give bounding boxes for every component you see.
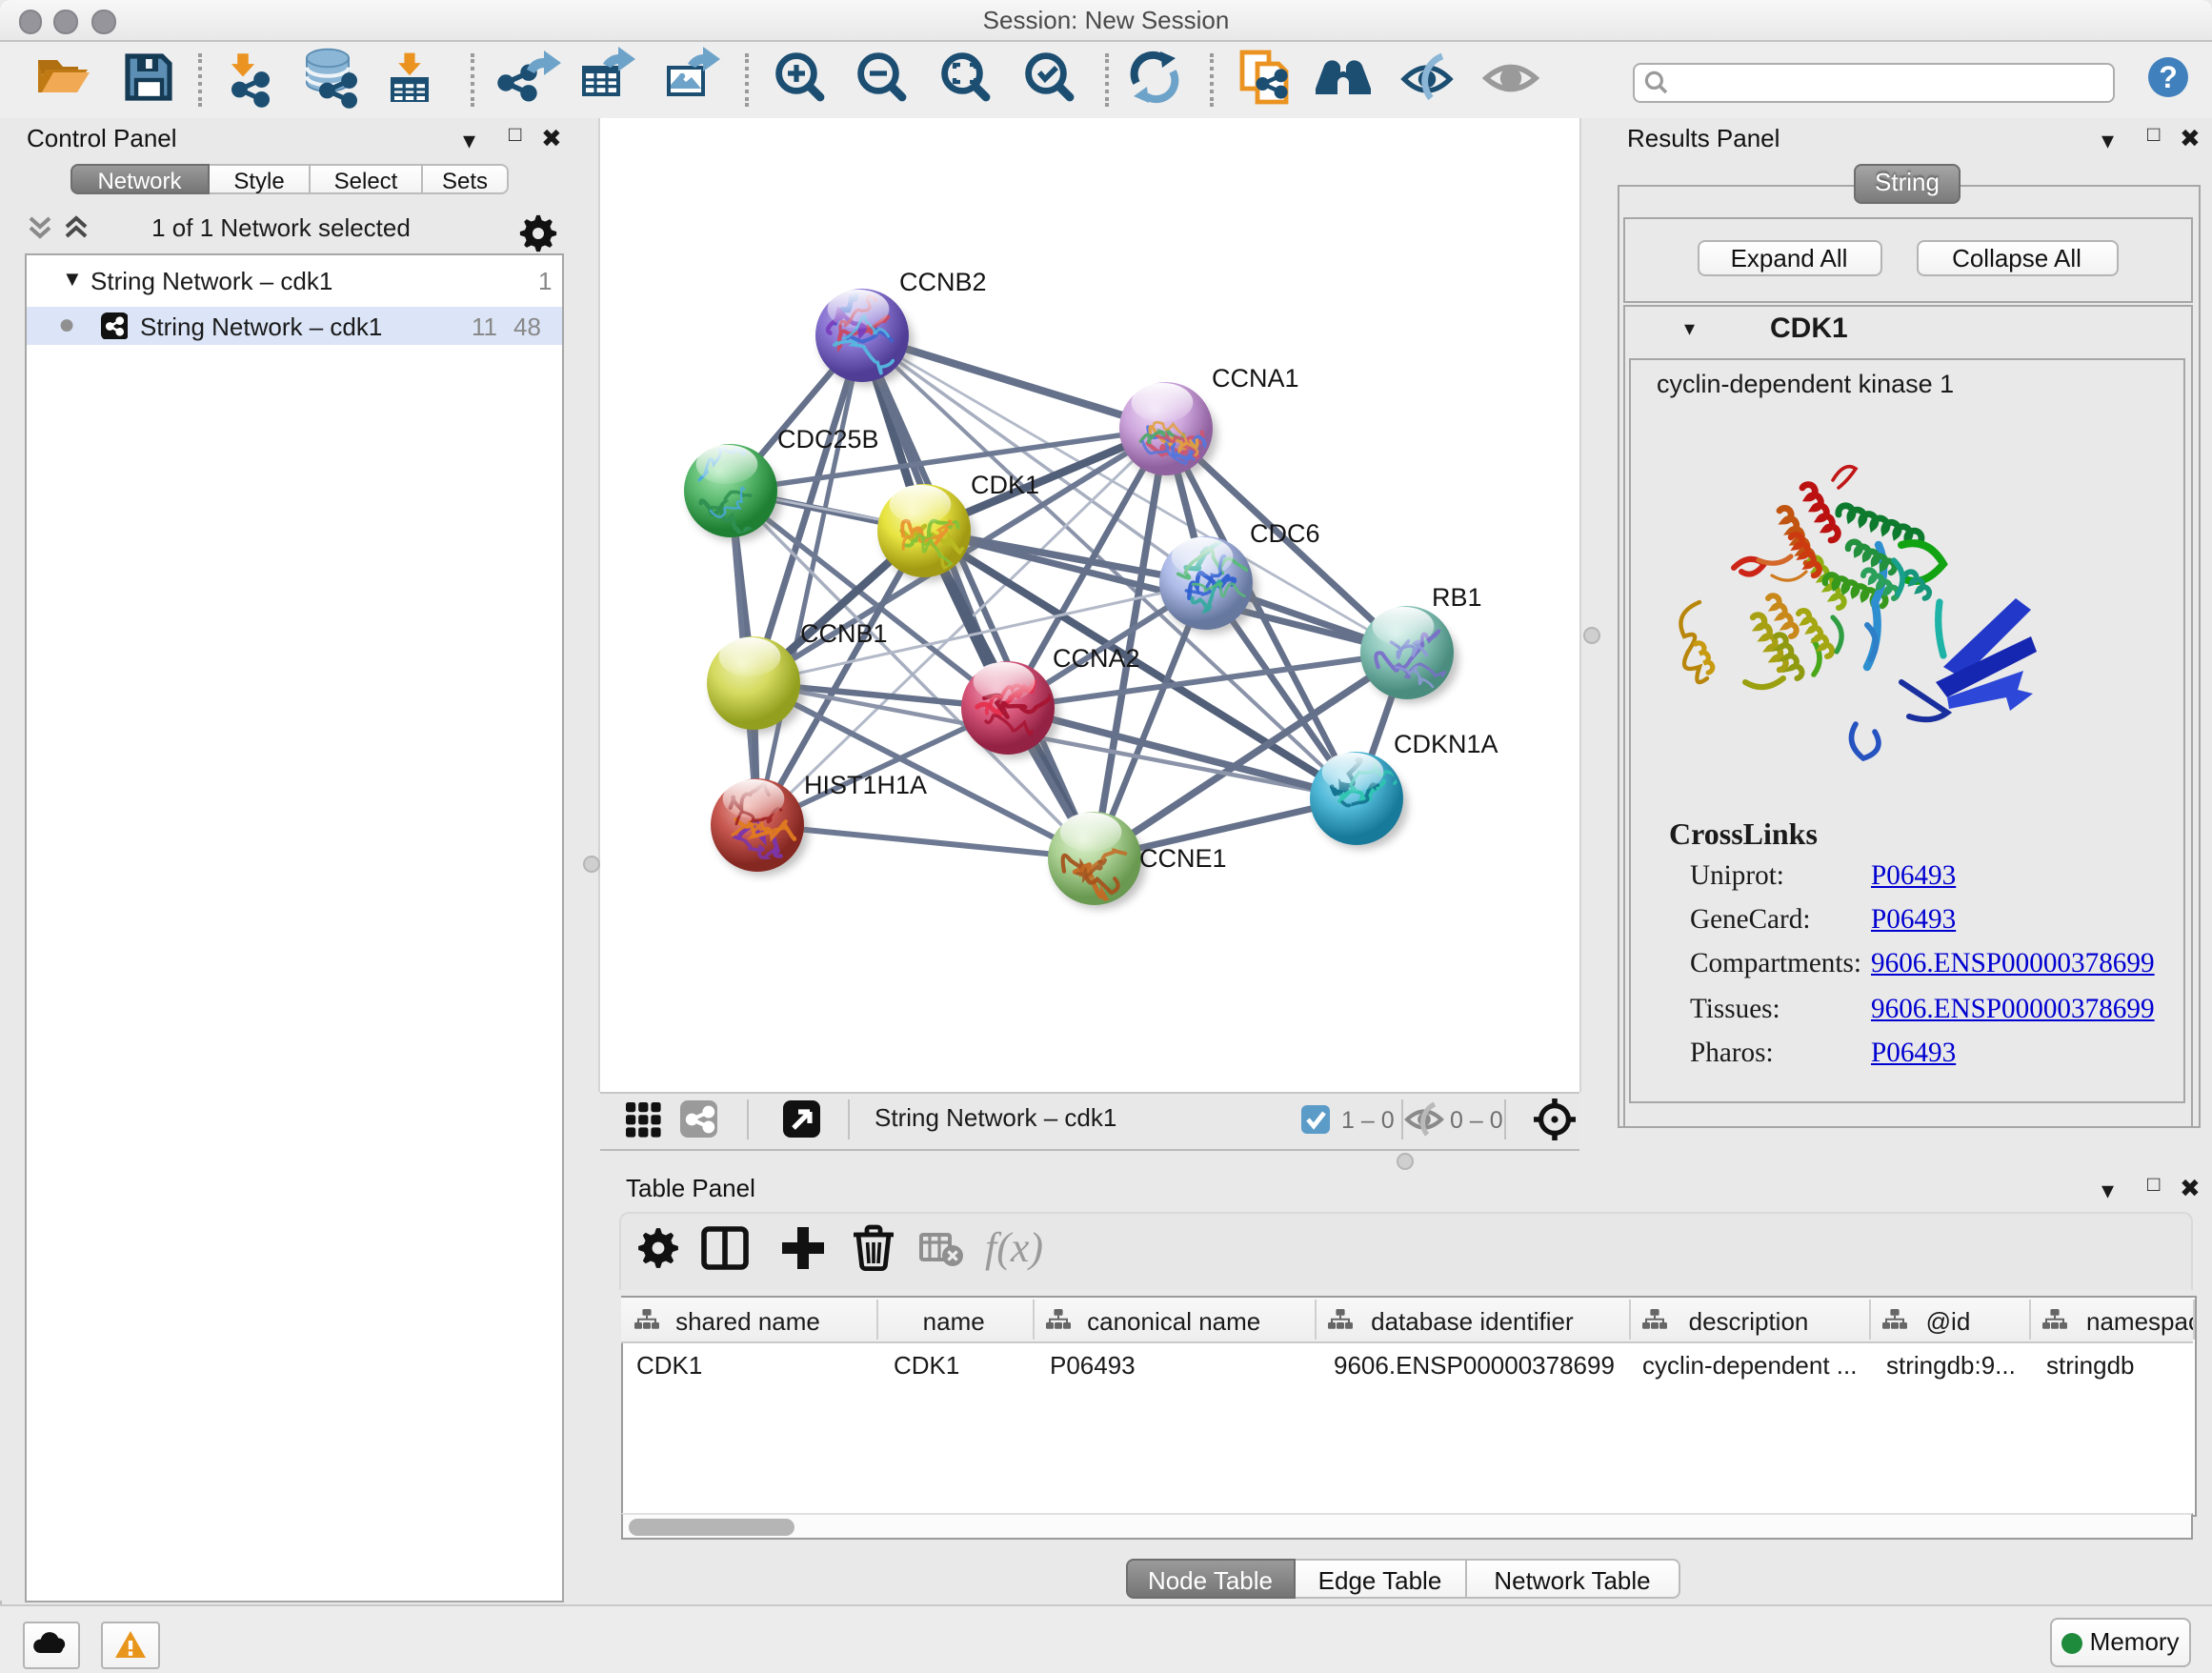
svg-text:f(x): f(x) [985,1224,1043,1271]
svg-text:CDKN1A: CDKN1A [1394,730,1498,758]
svg-text:?: ? [2159,59,2178,93]
svg-text:CCNE1: CCNE1 [1139,844,1227,873]
svg-text:1 – 0: 1 – 0 [1341,1106,1395,1133]
svg-text:0 – 0: 0 – 0 [1450,1106,1503,1133]
svg-text:CDC6: CDC6 [1250,519,1320,548]
svg-text:RB1: RB1 [1432,583,1482,612]
svg-text:CCNB1: CCNB1 [800,619,888,648]
svg-text:CCNA2: CCNA2 [1053,644,1140,673]
svg-text:CCNB2: CCNB2 [899,268,987,296]
svg-text:CDC25B: CDC25B [777,425,879,454]
svg-text:CCNA1: CCNA1 [1212,364,1299,393]
svg-text:HIST1H1A: HIST1H1A [804,771,927,799]
svg-text:CDK1: CDK1 [971,471,1039,499]
